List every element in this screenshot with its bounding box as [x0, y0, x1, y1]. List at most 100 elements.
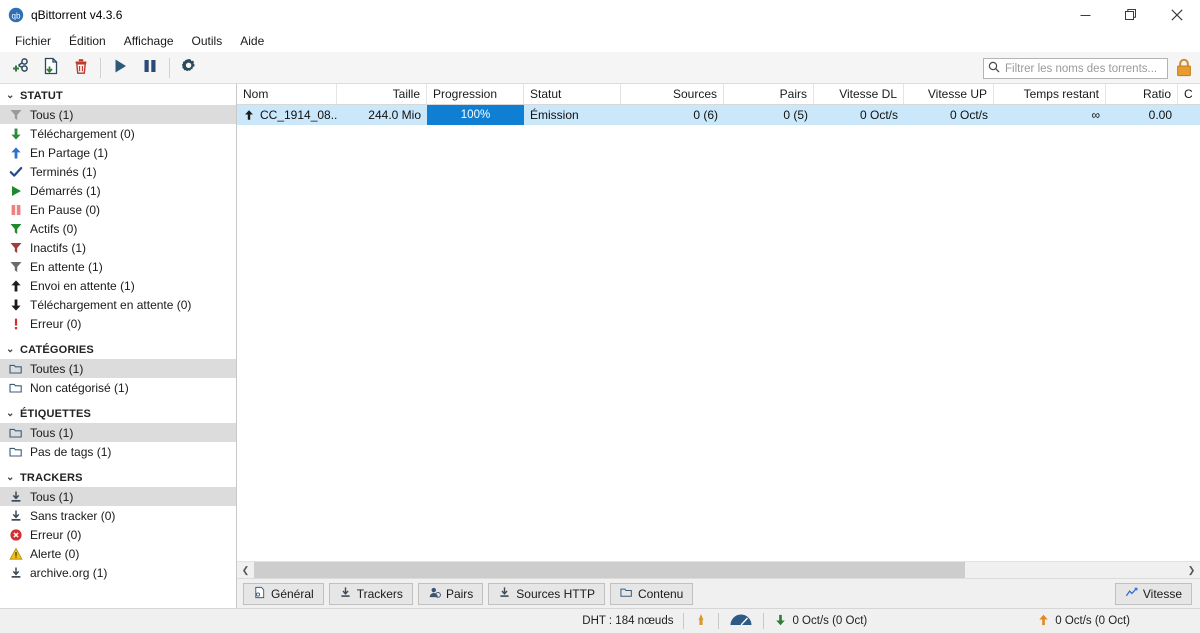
table-horizontal-scrollbar[interactable]: ❮ ❯ — [237, 561, 1200, 579]
column-header-statut[interactable]: Statut — [524, 84, 621, 104]
torrent-filter-box[interactable]: Filtrer les noms des torrents... — [983, 58, 1168, 79]
cell-ratio: 0.00 — [1148, 108, 1172, 122]
column-header-temps-restant[interactable]: Temps restant — [994, 84, 1106, 104]
sidebar-item-erreur-trackers[interactable]: Erreur (0) — [0, 525, 236, 544]
sidebar-item-inactifs[interactable]: Inactifs (1) — [0, 238, 236, 257]
add-torrent-file-icon — [41, 56, 61, 79]
cell-pairs: 0 (5) — [783, 108, 808, 122]
table-header-row: Nom Taille Progression Statut Sources Pa… — [237, 84, 1200, 105]
tab-pairs[interactable]: Pairs — [417, 582, 484, 605]
column-header-sources[interactable]: Sources — [621, 84, 724, 104]
sidebar-item-telechargement-en-attente[interactable]: Téléchargement en attente (0) — [0, 295, 236, 314]
preferences-button[interactable] — [174, 54, 204, 82]
sidebar-item-tous-etiquettes[interactable]: Tous (1) — [0, 423, 236, 442]
warning-triangle-icon — [8, 546, 24, 562]
sidebar-item-envoi-en-attente[interactable]: Envoi en attente (1) — [0, 276, 236, 295]
sidebar-item-pas-de-tags[interactable]: Pas de tags (1) — [0, 442, 236, 461]
column-header-taille[interactable]: Taille — [337, 84, 427, 104]
sidebar-item-en-pause[interactable]: En Pause (0) — [0, 200, 236, 219]
peers-icon — [428, 586, 441, 602]
lock-button[interactable] — [1172, 57, 1196, 81]
speed-graph-icon — [1125, 586, 1138, 602]
tab-sources-http[interactable]: Sources HTTP — [488, 582, 605, 605]
pause-torrent-button[interactable] — [135, 54, 165, 82]
tab-general[interactable]: Général — [243, 582, 324, 605]
tab-trackers[interactable]: Trackers — [328, 582, 413, 605]
chevron-left-icon[interactable]: ❮ — [237, 561, 254, 579]
tracker-icon — [8, 565, 24, 581]
sidebar-item-tous-statut[interactable]: Tous (1) — [0, 105, 236, 124]
minimize-button[interactable] — [1062, 0, 1108, 30]
add-torrent-file-button[interactable] — [36, 54, 66, 82]
sidebar-item-label: Pas de tags (1) — [30, 444, 112, 459]
column-header-vitesse-dl[interactable]: Vitesse DL — [814, 84, 904, 104]
sidebar-group-categories[interactable]: ⌄ CATÉGORIES — [0, 340, 236, 359]
tab-contenu-label: Contenu — [637, 586, 684, 601]
menu-affichage[interactable]: Affichage — [115, 31, 183, 51]
tab-contenu[interactable]: Contenu — [609, 582, 694, 605]
sidebar-item-tous-trackers[interactable]: Tous (1) — [0, 487, 236, 506]
sidebar-item-label: En Partage (1) — [30, 145, 109, 160]
sidebar-group-trackers[interactable]: ⌄ TRACKERS — [0, 468, 236, 487]
column-header-pairs[interactable]: Pairs — [724, 84, 814, 104]
column-header-progression[interactable]: Progression — [427, 84, 524, 104]
resume-icon — [110, 56, 130, 79]
tab-general-label: Général — [271, 586, 314, 601]
column-header-ratio[interactable]: Ratio — [1106, 84, 1178, 104]
status-separator-3 — [763, 613, 765, 629]
scrollbar-thumb[interactable] — [254, 561, 965, 579]
sidebar-item-sans-tracker[interactable]: Sans tracker (0) — [0, 506, 236, 525]
sidebar-item-erreur-statut[interactable]: Erreur (0) — [0, 314, 236, 333]
cell-nom[interactable]: CC_1914_08... — [237, 105, 337, 125]
maximize-button[interactable] — [1108, 0, 1154, 30]
column-header-vitesse-up[interactable]: Vitesse UP — [904, 84, 994, 104]
delete-torrent-button[interactable] — [66, 54, 96, 82]
sidebar-item-label: Actifs (0) — [30, 221, 78, 236]
scrollbar-track[interactable] — [254, 561, 1183, 579]
add-torrent-link-button[interactable] — [6, 54, 36, 82]
chevron-right-icon[interactable]: ❯ — [1183, 561, 1200, 579]
main-body: ⌄ STATUT Tous (1) Téléchargement (0) En … — [0, 84, 1200, 608]
column-header-truncated[interactable]: C — [1178, 84, 1198, 104]
cell-statut: Émission — [530, 108, 579, 122]
sidebar-item-label: Téléchargement en attente (0) — [30, 297, 192, 312]
menu-aide[interactable]: Aide — [231, 31, 273, 51]
resume-torrent-button[interactable] — [105, 54, 135, 82]
speedometer-icon[interactable] — [729, 612, 753, 631]
sidebar-item-label: Sans tracker (0) — [30, 508, 116, 523]
sidebar-item-label: Téléchargement (0) — [30, 126, 135, 141]
sidebar-item-alerte[interactable]: Alerte (0) — [0, 544, 236, 563]
column-header-nom[interactable]: Nom — [237, 84, 337, 104]
sidebar-item-non-categorise[interactable]: Non catégorisé (1) — [0, 378, 236, 397]
close-button[interactable] — [1154, 0, 1200, 30]
error-exclamation-icon — [8, 316, 24, 332]
sidebar-group-etiquettes[interactable]: ⌄ ÉTIQUETTES — [0, 404, 236, 423]
sidebar-item-toutes-categories[interactable]: Toutes (1) — [0, 359, 236, 378]
error-circle-icon — [8, 527, 24, 543]
menu-edition[interactable]: Édition — [60, 31, 115, 51]
tab-vitesse[interactable]: Vitesse — [1114, 582, 1192, 605]
sidebar-item-en-partage[interactable]: En Partage (1) — [0, 143, 236, 162]
sidebar-item-termines[interactable]: Terminés (1) — [0, 162, 236, 181]
menu-outils[interactable]: Outils — [183, 31, 232, 51]
sidebar-item-label: Alerte (0) — [30, 546, 80, 561]
table-row[interactable]: CC_1914_08... 244.0 Mio 100% Émission 0 … — [237, 105, 1200, 125]
cell-sources: 0 (6) — [693, 108, 718, 122]
sidebar-item-demarres[interactable]: Démarrés (1) — [0, 181, 236, 200]
sidebar-item-label: Tous (1) — [30, 489, 74, 504]
sidebar-item-actifs[interactable]: Actifs (0) — [0, 219, 236, 238]
menu-fichier[interactable]: Fichier — [6, 31, 60, 51]
sidebar-item-en-attente[interactable]: En attente (1) — [0, 257, 236, 276]
sidebar-item-label: Envoi en attente (1) — [30, 278, 135, 293]
qbittorrent-window: qb qBittorrent v4.3.6 Fichier Édition Af… — [0, 0, 1200, 633]
status-dht-nodes: DHT : 184 nœuds — [582, 615, 674, 627]
sidebar-item-telechargement[interactable]: Téléchargement (0) — [0, 124, 236, 143]
details-tab-bar: Général Trackers Pairs Sources HTTP Cont… — [237, 578, 1200, 608]
sidebar-item-label: Toutes (1) — [30, 361, 84, 376]
http-source-icon — [498, 586, 511, 602]
filter-inactive-icon — [8, 240, 24, 256]
connection-status-icon[interactable] — [694, 612, 708, 631]
sidebar-group-statut[interactable]: ⌄ STATUT — [0, 86, 236, 105]
sidebar-item-archive-org[interactable]: archive.org (1) — [0, 563, 236, 582]
